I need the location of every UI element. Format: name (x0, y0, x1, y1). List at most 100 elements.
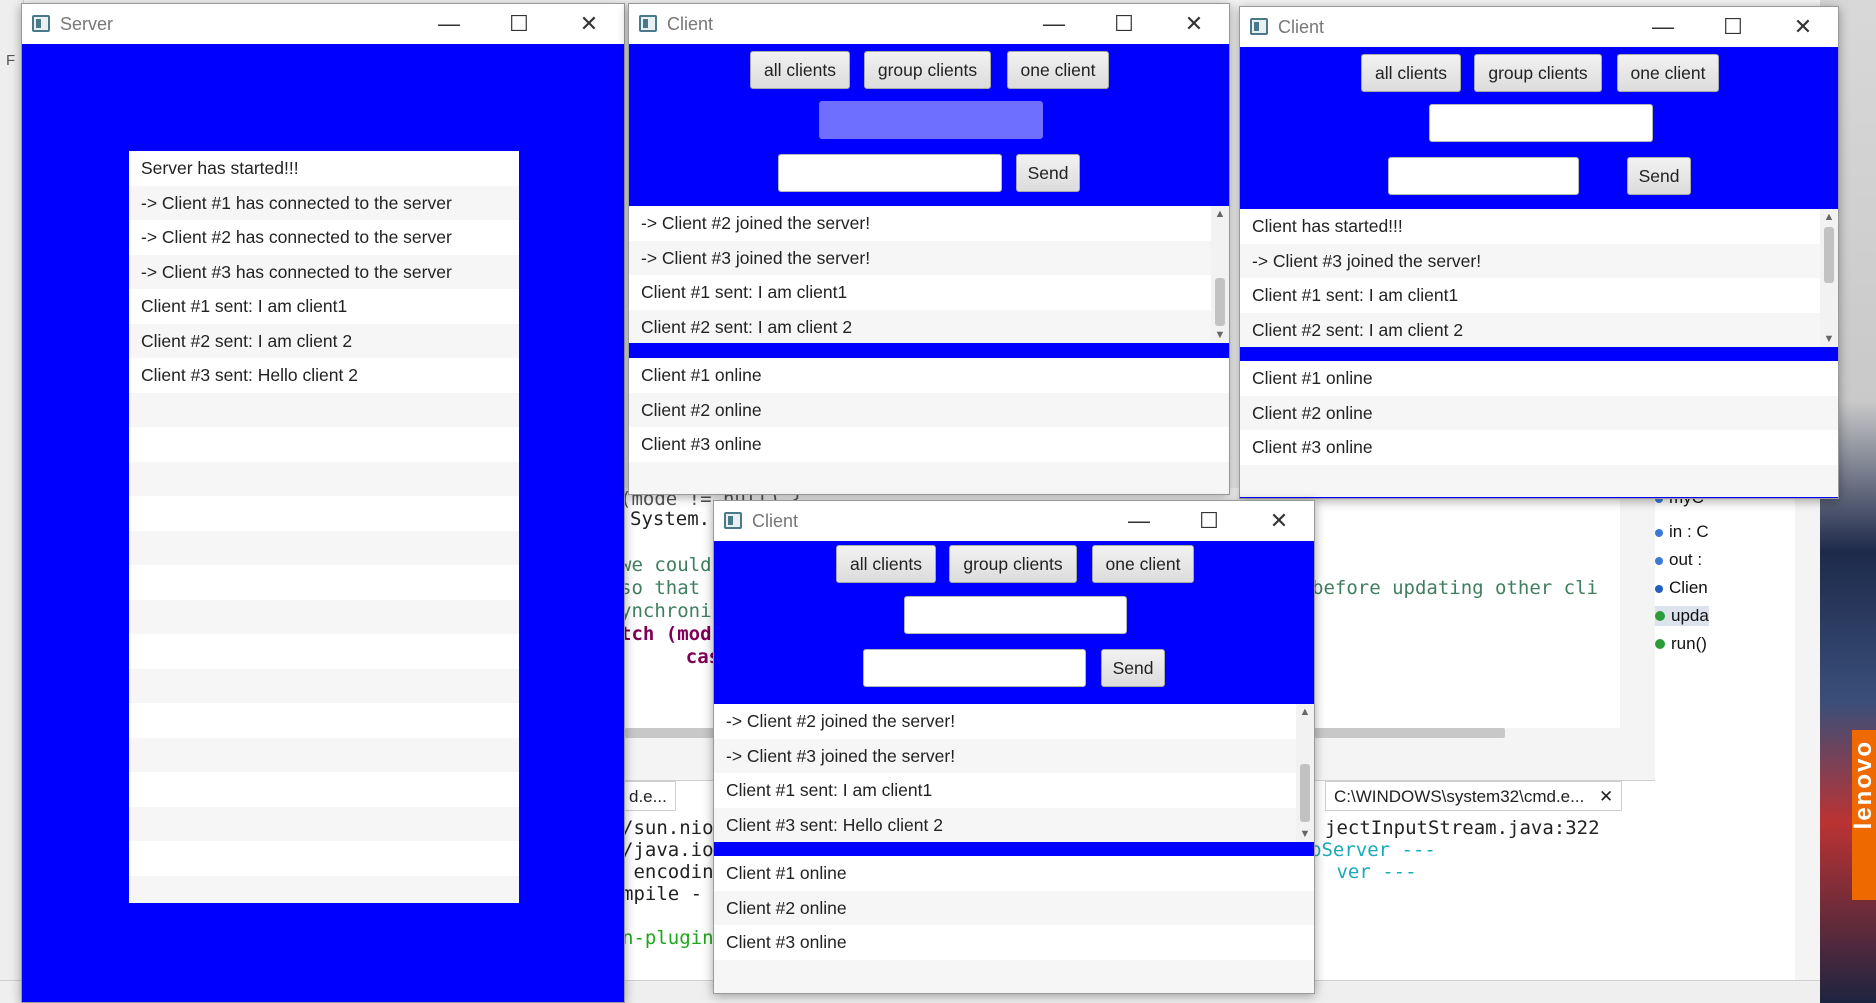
list-item[interactable]: Server has started!!! (129, 151, 519, 186)
list-item[interactable]: Client #1 online (714, 856, 1314, 891)
list-item[interactable]: Client #3 sent: Hello client 2 (714, 807, 1314, 842)
list-item[interactable]: -> Client #3 joined the server! (1240, 243, 1838, 278)
empty-row (129, 841, 519, 876)
target-input[interactable] (1429, 104, 1653, 142)
vertical-scrollbar[interactable]: ▲ ▼ (1296, 704, 1314, 842)
minimize-button[interactable]: — (414, 4, 484, 44)
title-bar[interactable]: Client — ☐ ✕ (714, 501, 1314, 541)
close-button[interactable]: ✕ (1159, 4, 1229, 44)
list-item[interactable]: -> Client #2 joined the server! (629, 206, 1229, 241)
list-item[interactable]: Client has started!!! (1240, 209, 1838, 244)
list-item[interactable]: -> Client #3 has connected to the server (129, 254, 519, 289)
target-input[interactable] (904, 596, 1127, 634)
list-item[interactable]: Client #3 online (629, 427, 1229, 462)
group-clients-button[interactable]: group clients (949, 545, 1077, 583)
close-button[interactable]: ✕ (554, 4, 624, 44)
field-icon (1655, 557, 1663, 565)
target-input[interactable] (819, 101, 1043, 139)
message-input[interactable] (863, 649, 1086, 687)
list-item[interactable]: Client #2 online (714, 890, 1314, 925)
empty-row (129, 565, 519, 600)
one-client-button[interactable]: one client (1617, 54, 1719, 92)
console-line: encodin (622, 861, 714, 883)
list-item[interactable]: -> Client #3 joined the server! (714, 738, 1314, 773)
list-item[interactable]: Client #1 online (629, 358, 1229, 393)
list-item[interactable]: -> Client #2 has connected to the server (129, 220, 519, 255)
send-button[interactable]: Send (1101, 649, 1165, 687)
title-bar[interactable]: Client — ☐ ✕ (629, 4, 1229, 44)
app-icon (1250, 18, 1268, 35)
send-button[interactable]: Send (1016, 154, 1080, 192)
scroll-up-icon[interactable]: ▲ (1211, 206, 1229, 222)
scroll-thumb[interactable] (1215, 278, 1225, 326)
vertical-scrollbar[interactable]: ▲ ▼ (1211, 206, 1229, 343)
outline-item[interactable]: run() (1655, 634, 1707, 654)
list-item[interactable]: Client #1 sent: I am client1 (1240, 278, 1838, 313)
message-list[interactable]: -> Client #2 joined the server! -> Clien… (629, 206, 1229, 343)
outline-item[interactable]: out : (1655, 550, 1702, 570)
group-clients-button[interactable]: group clients (1474, 54, 1602, 92)
group-clients-button[interactable]: group clients (864, 51, 991, 89)
list-item[interactable]: Client #1 sent: I am client1 (714, 773, 1314, 808)
one-client-button[interactable]: one client (1007, 51, 1109, 89)
list-item[interactable]: Client #2 sent: I am client 2 (629, 309, 1229, 343)
code-line: System. (630, 508, 711, 530)
list-item[interactable]: -> Client #1 has connected to the server (129, 185, 519, 220)
app-icon (639, 15, 657, 32)
scroll-thumb[interactable] (1824, 227, 1834, 283)
list-item[interactable]: Client #2 sent: I am client 2 (1240, 312, 1838, 347)
maximize-button[interactable]: ☐ (1698, 7, 1768, 47)
all-clients-button[interactable]: all clients (836, 545, 936, 583)
list-item[interactable]: Client #1 sent: I am client1 (629, 275, 1229, 310)
console-tab[interactable]: d.e... (620, 781, 676, 811)
minimize-button[interactable]: — (1019, 4, 1089, 44)
server-log-list[interactable]: Server has started!!! -> Client #1 has c… (129, 151, 519, 903)
list-item[interactable]: Client #3 sent: Hello client 2 (129, 358, 519, 393)
scroll-down-icon[interactable]: ▼ (1820, 331, 1838, 347)
maximize-button[interactable]: ☐ (484, 4, 554, 44)
list-item[interactable]: Client #2 online (1240, 395, 1838, 430)
message-list[interactable]: Client has started!!! -> Client #3 joine… (1240, 209, 1838, 347)
console-line: mpile - (622, 883, 703, 905)
all-clients-button[interactable]: all clients (1361, 54, 1461, 92)
outline-panel: myC in : C out : Clien upda run() (1655, 488, 1795, 988)
minimize-button[interactable]: — (1104, 501, 1174, 541)
all-clients-button[interactable]: all clients (750, 51, 850, 89)
vertical-scrollbar[interactable]: ▲ ▼ (1820, 209, 1838, 347)
close-icon[interactable]: ✕ (1599, 787, 1613, 806)
scroll-up-icon[interactable]: ▲ (1296, 704, 1314, 720)
list-item[interactable]: Client #3 online (1240, 430, 1838, 465)
close-button[interactable]: ✕ (1244, 501, 1314, 541)
minimize-button[interactable]: — (1628, 7, 1698, 47)
maximize-button[interactable]: ☐ (1174, 501, 1244, 541)
online-list[interactable]: Client #1 online Client #2 online Client… (1240, 361, 1838, 497)
list-item[interactable]: Client #1 online (1240, 361, 1838, 396)
outline-item[interactable]: Clien (1655, 578, 1708, 598)
list-item[interactable]: Client #1 sent: I am client1 (129, 289, 519, 324)
scroll-thumb[interactable] (1300, 764, 1310, 822)
list-item[interactable]: Client #2 online (629, 392, 1229, 427)
online-list[interactable]: Client #1 online Client #2 online Client… (714, 856, 1314, 993)
title-bar[interactable]: Server — ☐ ✕ (22, 4, 624, 44)
outline-item[interactable]: in : C (1655, 522, 1709, 542)
outline-item[interactable]: upda (1655, 606, 1709, 626)
send-button[interactable]: Send (1627, 157, 1691, 195)
scroll-down-icon[interactable]: ▼ (1296, 826, 1314, 842)
scroll-down-icon[interactable]: ▼ (1211, 327, 1229, 343)
one-client-button[interactable]: one client (1092, 545, 1194, 583)
close-button[interactable]: ✕ (1768, 7, 1838, 47)
title-bar[interactable]: Client — ☐ ✕ (1240, 7, 1838, 47)
maximize-button[interactable]: ☐ (1089, 4, 1159, 44)
console-tab-cmd[interactable]: C:\WINDOWS\system32\cmd.e... ✕ (1325, 781, 1623, 811)
list-item[interactable]: -> Client #2 joined the server! (714, 704, 1314, 739)
scroll-up-icon[interactable]: ▲ (1820, 209, 1838, 225)
empty-row (129, 599, 519, 634)
message-input[interactable] (778, 154, 1002, 192)
list-item[interactable]: Client #3 online (714, 925, 1314, 960)
list-item[interactable]: -> Client #3 joined the server! (629, 240, 1229, 275)
app-icon (32, 15, 50, 32)
message-list[interactable]: -> Client #2 joined the server! -> Clien… (714, 704, 1314, 842)
message-input[interactable] (1388, 157, 1579, 195)
list-item[interactable]: Client #2 sent: I am client 2 (129, 323, 519, 358)
online-list[interactable]: Client #1 online Client #2 online Client… (629, 358, 1229, 494)
